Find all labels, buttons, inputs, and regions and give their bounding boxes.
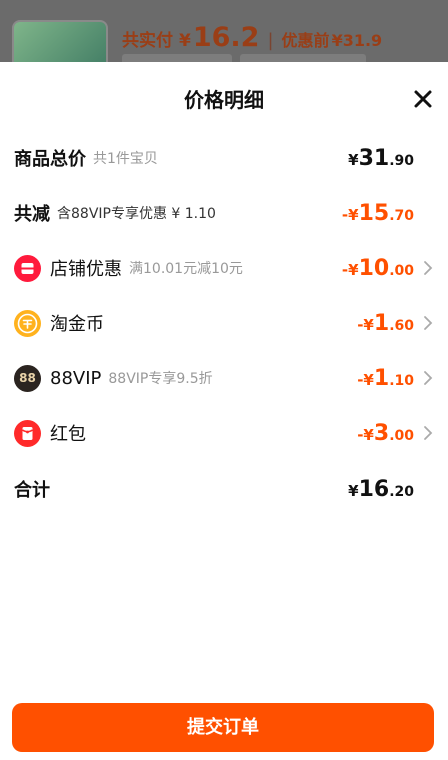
amount-integer: 15 bbox=[358, 200, 390, 226]
price-detail-sheet: 价格明细 商品总价 共1件宝贝 ¥ 31 .90 共减 含88VIP专享优惠 ¥… bbox=[0, 62, 448, 760]
goods-total-amount: ¥ 31 .90 bbox=[348, 146, 414, 171]
currency-symbol: -¥ bbox=[341, 260, 359, 279]
vip88-rule: 88VIP专享9.5折 bbox=[108, 371, 213, 387]
chevron-right-icon bbox=[422, 260, 434, 276]
vip88-amount: -¥ 1 .10 bbox=[357, 366, 414, 391]
background-total-price: 16.2 bbox=[192, 22, 260, 53]
sheet-title: 价格明细 bbox=[184, 88, 264, 112]
amount-decimal: .00 bbox=[389, 427, 414, 444]
currency-symbol: -¥ bbox=[357, 315, 374, 334]
gold-coin-icon bbox=[14, 309, 41, 337]
amount-integer: 31 bbox=[358, 145, 390, 171]
close-icon bbox=[414, 90, 432, 108]
chevron-right-icon bbox=[422, 425, 434, 441]
currency-symbol: -¥ bbox=[341, 205, 359, 224]
amount-decimal: .70 bbox=[389, 207, 414, 224]
taojinbi-row[interactable]: 淘金币 -¥ 1 .60 bbox=[14, 303, 434, 343]
amount-integer: 16 bbox=[358, 476, 390, 502]
subtotal-row: 合计 ¥ 16 .20 bbox=[14, 469, 434, 509]
background-price-line: 共实付 ¥ 16.2 | 优惠前 ¥31.9 bbox=[122, 22, 382, 53]
amount-integer: 1 bbox=[373, 365, 390, 391]
vip88-row[interactable]: 88 88VIP 88VIP专享9.5折 -¥ 1 .10 bbox=[14, 358, 434, 398]
currency-symbol: -¥ bbox=[357, 425, 374, 444]
total-discount-label: 共减 bbox=[14, 204, 50, 225]
amount-integer: 3 bbox=[373, 420, 390, 446]
goods-total-count: 共1件宝贝 bbox=[93, 151, 158, 167]
red-packet-amount: -¥ 3 .00 bbox=[357, 421, 414, 446]
background-page: 共实付 ¥ 16.2 | 优惠前 ¥31.9 bbox=[0, 0, 448, 62]
goods-total-row: 商品总价 共1件宝贝 ¥ 31 .90 bbox=[14, 138, 434, 178]
goods-total-label: 商品总价 bbox=[14, 149, 86, 170]
shop-icon bbox=[14, 254, 41, 282]
vip88-icon: 88 bbox=[14, 364, 41, 392]
background-before-label: 优惠前 bbox=[281, 31, 330, 50]
total-discount-amount: -¥ 15 .70 bbox=[342, 201, 414, 226]
currency-symbol: ¥ bbox=[348, 481, 359, 500]
vip88-label: 88VIP bbox=[50, 367, 102, 389]
total-discount-note: 含88VIP专享优惠 ¥ 1.10 bbox=[57, 206, 216, 222]
total-discount-row: 共减 含88VIP专享优惠 ¥ 1.10 -¥ 15 .70 bbox=[14, 193, 434, 233]
subtotal-label: 合计 bbox=[14, 480, 50, 501]
background-separator: | bbox=[267, 30, 274, 51]
taojinbi-amount: -¥ 1 .60 bbox=[357, 311, 414, 336]
background-before-price: ¥31.9 bbox=[331, 31, 383, 50]
chevron-right-icon bbox=[422, 315, 434, 331]
red-packet-icon bbox=[14, 419, 41, 447]
submit-order-button[interactable]: 提交订单 bbox=[12, 703, 434, 752]
background-total-label: 共实付 bbox=[122, 31, 173, 51]
taojinbi-label: 淘金币 bbox=[50, 314, 104, 335]
shop-coupon-row[interactable]: 店铺优惠 满10.01元减10元 -¥ 10 .00 bbox=[14, 248, 434, 288]
amount-decimal: .10 bbox=[389, 372, 414, 389]
amount-integer: 10 bbox=[358, 255, 390, 281]
background-pill bbox=[122, 54, 232, 62]
vip88-badge-text: 88 bbox=[19, 371, 36, 385]
background-pill bbox=[240, 54, 366, 62]
chevron-right-icon bbox=[422, 370, 434, 386]
amount-integer: 1 bbox=[373, 310, 390, 336]
close-button[interactable] bbox=[410, 86, 436, 112]
amount-decimal: .00 bbox=[389, 262, 414, 279]
background-currency: ¥ bbox=[179, 31, 191, 51]
subtotal-amount: ¥ 16 .20 bbox=[348, 477, 414, 502]
amount-decimal: .60 bbox=[389, 317, 414, 334]
red-packet-label: 红包 bbox=[50, 424, 86, 445]
shop-coupon-amount: -¥ 10 .00 bbox=[342, 256, 414, 281]
amount-decimal: .20 bbox=[389, 483, 414, 500]
product-thumbnail bbox=[12, 20, 108, 62]
amount-decimal: .90 bbox=[389, 152, 414, 169]
red-packet-row[interactable]: 红包 -¥ 3 .00 bbox=[14, 413, 434, 453]
shop-coupon-rule: 满10.01元减10元 bbox=[129, 261, 243, 277]
currency-symbol: ¥ bbox=[348, 150, 359, 169]
shop-coupon-label: 店铺优惠 bbox=[50, 259, 122, 280]
currency-symbol: -¥ bbox=[357, 370, 374, 389]
